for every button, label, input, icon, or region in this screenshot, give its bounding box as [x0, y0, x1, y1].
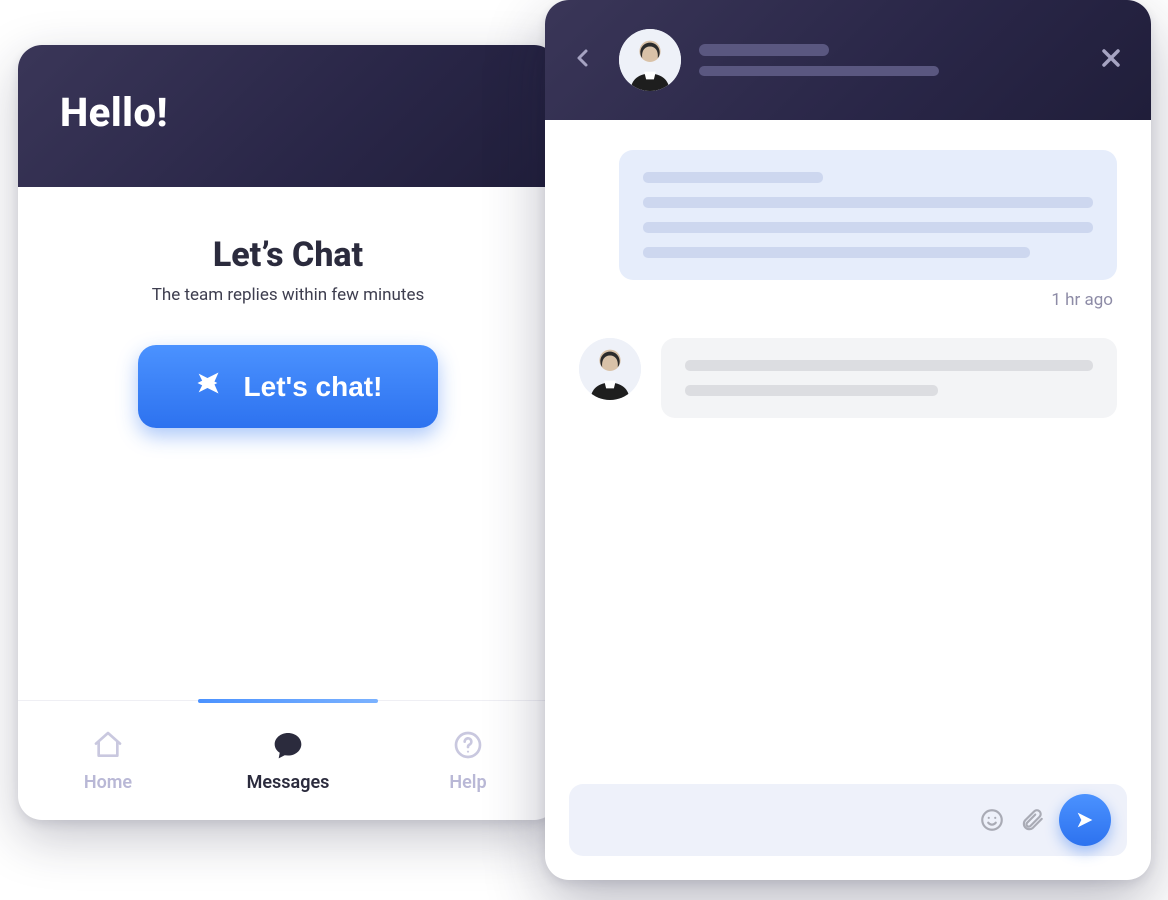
chat-body: 1 hr ago	[545, 120, 1151, 770]
chat-subtitle-skeleton	[699, 66, 939, 76]
send-icon	[194, 369, 222, 404]
nav-item-help[interactable]: Help	[378, 701, 558, 820]
nav-label: Help	[449, 772, 486, 793]
text-skeleton	[643, 197, 1093, 208]
chat-window: 1 hr ago	[545, 0, 1151, 880]
chat-bubble-icon	[272, 729, 304, 766]
chat-subtitle: The team replies within few minutes	[58, 285, 518, 305]
message-bubble	[619, 150, 1117, 280]
text-skeleton	[685, 360, 1093, 371]
back-button[interactable]	[571, 46, 601, 74]
nav-item-home[interactable]: Home	[18, 701, 198, 820]
chat-header	[545, 0, 1151, 120]
nav-label: Messages	[247, 772, 330, 793]
message-incoming	[579, 338, 1117, 418]
greeting-title: Hello!	[60, 89, 516, 136]
emoji-button[interactable]	[979, 807, 1005, 833]
chat-input-bar	[569, 784, 1127, 856]
welcome-body: Let’s Chat The team replies within few m…	[18, 187, 558, 700]
text-skeleton	[685, 385, 938, 396]
agent-avatar	[619, 29, 681, 91]
close-button[interactable]	[1097, 44, 1125, 76]
home-icon	[92, 729, 124, 766]
chat-title-skeleton	[699, 44, 829, 56]
nav-active-indicator	[198, 699, 378, 703]
message-outgoing	[619, 150, 1117, 280]
attachment-button[interactable]	[1019, 807, 1045, 833]
agent-avatar	[579, 338, 641, 400]
lets-chat-label: Let's chat!	[244, 371, 383, 403]
lets-chat-button[interactable]: Let's chat!	[138, 345, 439, 428]
chat-title-block	[699, 44, 1079, 76]
message-timestamp: 1 hr ago	[579, 290, 1113, 310]
nav-item-messages[interactable]: Messages	[198, 701, 378, 820]
chat-title: Let’s Chat	[58, 235, 518, 275]
text-skeleton	[643, 222, 1093, 233]
send-button[interactable]	[1059, 794, 1111, 846]
welcome-header: Hello!	[18, 45, 558, 187]
text-skeleton	[643, 247, 1030, 258]
message-input[interactable]	[591, 811, 965, 829]
bottom-nav: Home Messages Help	[18, 700, 558, 820]
message-bubble	[661, 338, 1117, 418]
nav-label: Home	[84, 772, 132, 793]
welcome-card: Hello! Let’s Chat The team replies withi…	[18, 45, 558, 820]
text-skeleton	[643, 172, 823, 183]
question-circle-icon	[452, 729, 484, 766]
